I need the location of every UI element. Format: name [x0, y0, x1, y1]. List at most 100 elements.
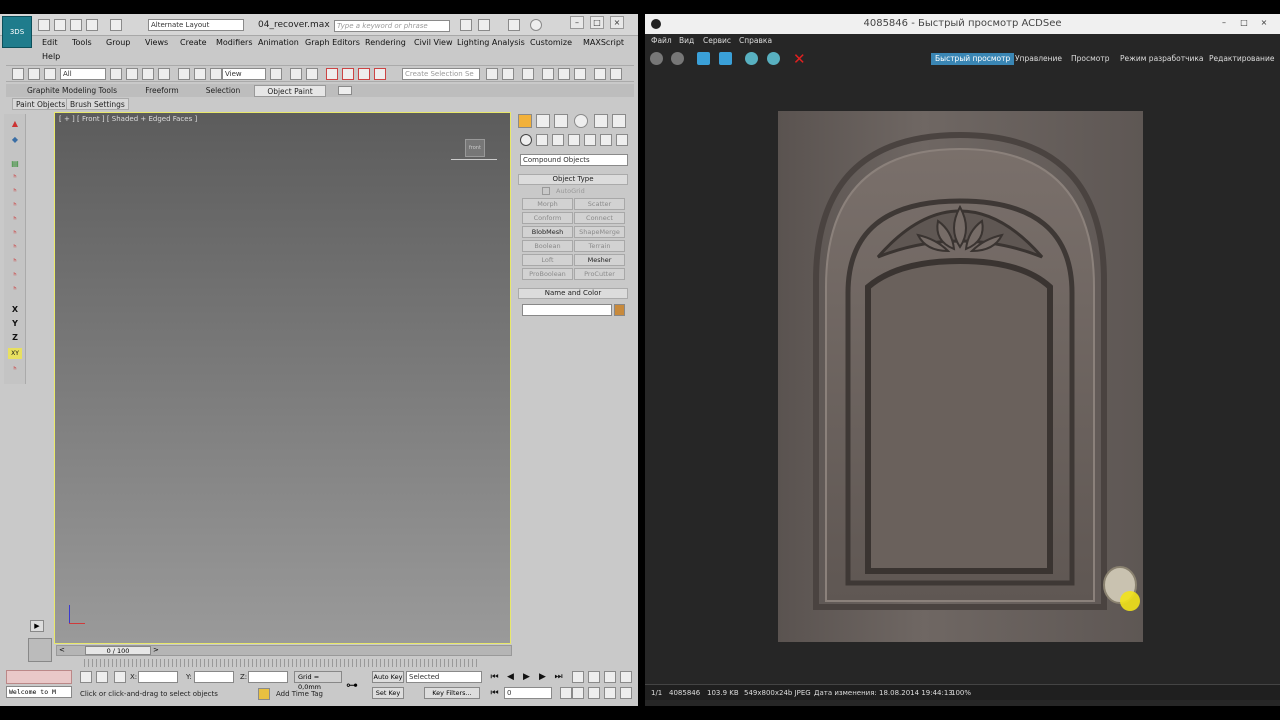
back-icon[interactable] — [650, 52, 663, 65]
tool-5-icon[interactable]: ʰ — [8, 228, 22, 239]
curve-editor-icon[interactable] — [558, 68, 570, 80]
maxscript-listener[interactable]: Welcome to M — [6, 686, 72, 698]
object-type-button-morph[interactable]: Morph — [522, 198, 573, 210]
display-tab-icon[interactable] — [594, 114, 608, 128]
keyboard-shortcut-icon[interactable] — [306, 68, 318, 80]
tools-icon[interactable] — [478, 19, 490, 31]
object-name-input[interactable] — [522, 304, 612, 316]
utilities-tab-icon[interactable] — [612, 114, 626, 128]
rotate-right-icon[interactable] — [719, 52, 732, 65]
star-icon[interactable] — [508, 19, 520, 31]
time-tag-icon[interactable] — [258, 688, 270, 700]
zoom-all-icon[interactable] — [588, 671, 600, 683]
autogrid-checkbox[interactable] — [542, 187, 550, 195]
named-selection-sets[interactable]: Create Selection Se — [402, 68, 480, 80]
object-type-button-proboolean[interactable]: ProBoolean — [522, 268, 573, 280]
mode-developer[interactable]: Режим разработчика — [1116, 53, 1208, 65]
close-button[interactable]: × — [610, 16, 624, 29]
helpers-icon[interactable] — [584, 134, 596, 146]
add-time-tag[interactable]: Add Time Tag — [276, 690, 323, 698]
object-type-button-blobmesh[interactable]: BlobMesh — [522, 226, 573, 238]
angle-snap-icon[interactable] — [342, 68, 354, 80]
mode-manage[interactable]: Управление — [1011, 53, 1066, 65]
layer-tool-icon[interactable]: ▤ — [8, 158, 22, 169]
prev-frame-icon[interactable]: ◀ — [504, 671, 517, 683]
spinner-snap-icon[interactable] — [374, 68, 386, 80]
new-icon[interactable] — [38, 19, 50, 31]
key-filters-button[interactable]: Key Filters... — [424, 687, 480, 699]
menu-rendering[interactable]: Rendering — [365, 38, 406, 47]
mode-edit[interactable]: Редактирование — [1205, 53, 1278, 65]
acd-menu-help[interactable]: Справка — [739, 36, 772, 45]
tool-2-icon[interactable]: ʰ — [8, 186, 22, 197]
tab-selection[interactable]: Selection — [192, 85, 254, 97]
menu-animation[interactable]: Animation — [258, 38, 299, 47]
z-coord-input[interactable] — [248, 671, 288, 683]
percent-snap-icon[interactable] — [358, 68, 370, 80]
track-bar[interactable] — [84, 659, 480, 667]
time-slider-thumb[interactable]: 0 / 100 — [85, 646, 151, 655]
go-start-icon[interactable]: ⏮ — [488, 671, 501, 683]
tool-6-icon[interactable]: ʰ — [8, 242, 22, 253]
axis-xy-button[interactable]: XY — [8, 348, 22, 359]
tab-freeform[interactable]: Freeform — [132, 85, 192, 97]
acdsee-close-button[interactable]: × — [1257, 17, 1271, 30]
current-frame-input[interactable]: 0 — [504, 687, 552, 699]
object-type-button-scatter[interactable]: Scatter — [574, 198, 625, 210]
zoom-in-icon[interactable] — [745, 52, 758, 65]
maxscript-listener-pink[interactable] — [6, 670, 72, 684]
modify-tab-icon[interactable] — [536, 114, 550, 128]
object-type-button-loft[interactable]: Loft — [522, 254, 573, 266]
binoculars-icon[interactable] — [460, 19, 472, 31]
pivot-icon[interactable] — [270, 68, 282, 80]
object-type-button-mesher[interactable]: Mesher — [574, 254, 625, 266]
max-logo[interactable]: 3DS — [2, 16, 32, 48]
menu-help[interactable]: Help — [42, 52, 60, 61]
window-crossing-icon[interactable] — [158, 68, 170, 80]
tool-9-icon[interactable]: ʰ — [8, 284, 22, 295]
maximize-viewport-icon[interactable] — [620, 687, 632, 699]
time-prev-icon[interactable]: < — [59, 646, 65, 654]
select-manipulate-icon[interactable] — [290, 68, 302, 80]
absolute-mode-icon[interactable] — [114, 671, 126, 683]
time-config-icon[interactable] — [560, 687, 572, 699]
motion-tab-icon[interactable] — [574, 114, 588, 128]
workspace-dropdown[interactable]: Alternate Layout — [148, 19, 244, 31]
axis-y-button[interactable]: Y — [8, 318, 22, 329]
tool-1-icon[interactable]: ʰ — [8, 172, 22, 183]
time-slider[interactable]: 0 / 100 < > — [56, 645, 512, 656]
time-next-icon[interactable]: > — [153, 646, 159, 654]
object-type-button-procutter[interactable]: ProCutter — [574, 268, 625, 280]
tool-10-icon[interactable]: ʰ — [8, 364, 22, 375]
play-icon[interactable]: ▶ — [520, 671, 533, 683]
material-editor-icon[interactable] — [594, 68, 606, 80]
tab-object-paint[interactable]: Object Paint — [254, 85, 326, 97]
forward-icon[interactable] — [671, 52, 684, 65]
subtab-paint-objects[interactable]: Paint Objects — [12, 98, 70, 110]
minimize-button[interactable]: – — [570, 16, 584, 29]
move-icon[interactable] — [178, 68, 190, 80]
fov-icon[interactable] — [572, 687, 584, 699]
axis-x-button[interactable]: X — [8, 304, 22, 315]
spacewarps-icon[interactable] — [600, 134, 612, 146]
hierarchy-tab-icon[interactable] — [554, 114, 568, 128]
zoom-extents-all-icon[interactable] — [620, 671, 632, 683]
redo-icon[interactable] — [110, 19, 122, 31]
rotate-icon[interactable] — [194, 68, 206, 80]
menu-maxscript[interactable]: MAXScript — [583, 38, 624, 47]
help-icon[interactable] — [530, 19, 542, 31]
menu-lighting-analysis[interactable]: Lighting Analysis — [457, 38, 525, 47]
paint-icon[interactable]: ▲ — [8, 118, 22, 129]
graphite-icon[interactable] — [542, 68, 554, 80]
viewport-layout-tab[interactable] — [28, 638, 52, 662]
next-frame-icon[interactable]: ▶ — [536, 671, 549, 683]
maximize-button[interactable]: □ — [590, 16, 604, 29]
unlink-icon[interactable] — [28, 68, 40, 80]
acd-menu-file[interactable]: Файл — [651, 36, 672, 45]
viewport-label[interactable]: [ + ] [ Front ] [ Shaded + Edged Faces ] — [59, 115, 197, 123]
tab-graphite-modeling[interactable]: Graphite Modeling Tools — [12, 85, 132, 97]
menu-civil-view[interactable]: Civil View — [414, 38, 453, 47]
pan-icon[interactable] — [588, 687, 600, 699]
object-type-button-boolean[interactable]: Boolean — [522, 240, 573, 252]
cameras-icon[interactable] — [568, 134, 580, 146]
